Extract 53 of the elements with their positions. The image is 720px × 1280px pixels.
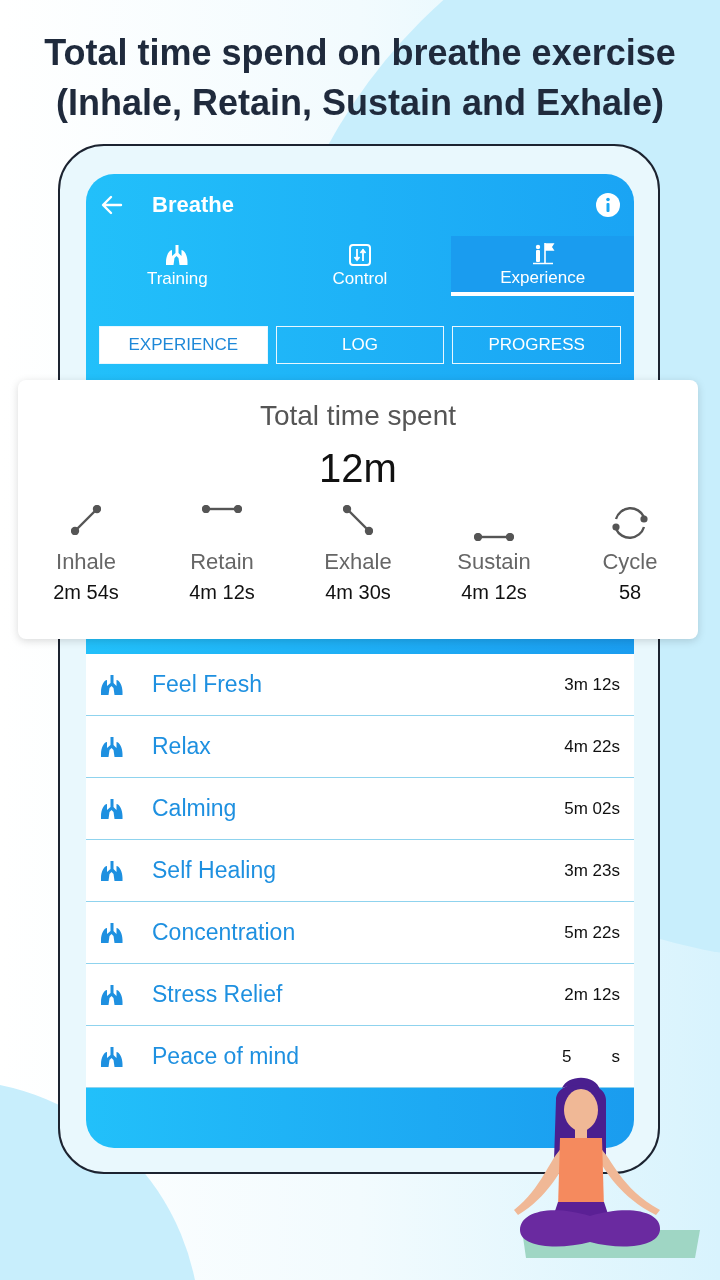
stat-label: Sustain bbox=[457, 549, 531, 575]
exercise-row[interactable]: Feel Fresh 3m 12s bbox=[86, 654, 634, 716]
exercise-name: Peace of mind bbox=[152, 1043, 301, 1070]
back-arrow-icon[interactable] bbox=[100, 193, 124, 217]
line-segment-icon bbox=[474, 533, 514, 541]
exercise-time: 3m 23s bbox=[564, 860, 620, 881]
exercise-row[interactable]: Relax 4m 22s bbox=[86, 716, 634, 778]
exercise-row[interactable]: Concentration 5m 22s bbox=[86, 902, 634, 964]
stat-label: Cycle bbox=[602, 549, 658, 575]
lungs-icon bbox=[100, 983, 124, 1006]
stat-value: 58 bbox=[618, 581, 642, 604]
lungs-icon bbox=[100, 859, 124, 882]
line-segment-icon bbox=[71, 505, 101, 535]
lungs-icon bbox=[165, 243, 190, 266]
headline: Total time spend on breathe exercise (Inhale, Retain, Sustain and Exhale) bbox=[43, 31, 677, 125]
cycle-icon bbox=[612, 505, 648, 541]
sliders-icon bbox=[349, 243, 371, 266]
exercise-name: Relax bbox=[152, 733, 212, 760]
exercise-time: 5m 02s bbox=[564, 798, 620, 819]
lungs-icon bbox=[100, 1045, 124, 1068]
total-time: 12m bbox=[319, 446, 397, 491]
lungs-icon bbox=[100, 735, 124, 758]
stat-value: 4m 30s bbox=[325, 581, 391, 604]
exercise-time: 5 bbox=[562, 1046, 572, 1067]
exercise-row[interactable]: Self Healing 3m 23s bbox=[86, 840, 634, 902]
lungs-icon bbox=[100, 921, 124, 944]
exercise-row[interactable]: Stress Relief 2m 12s bbox=[86, 964, 634, 1026]
stat-label: Retain bbox=[190, 549, 254, 575]
lungs-icon bbox=[100, 797, 124, 820]
exercise-time: 4m 22s bbox=[564, 736, 620, 757]
summary-title: Total time spent bbox=[259, 400, 457, 432]
lungs-icon bbox=[100, 673, 124, 696]
exercise-name: Stress Relief bbox=[152, 981, 284, 1008]
exercise-name: Self Healing bbox=[152, 857, 278, 884]
stat-value: 4m 12s bbox=[189, 581, 255, 604]
info-icon[interactable] bbox=[596, 193, 620, 217]
stat-value: 2m 54s bbox=[53, 581, 119, 604]
line-segment-icon bbox=[202, 505, 242, 513]
stat-value: 4m 12s bbox=[461, 581, 527, 604]
stat-label: Inhale bbox=[56, 549, 116, 575]
exercise-name: Feel Fresh bbox=[152, 671, 263, 698]
exercise-name: Concentration bbox=[152, 919, 297, 946]
app-title: Breathe bbox=[152, 192, 235, 218]
exercise-time: 3m 12s bbox=[564, 674, 620, 695]
exercise-time: 5m 22s bbox=[564, 922, 620, 943]
segment-tab[interactable]: EXPERIENCE bbox=[99, 326, 268, 364]
line-segment-icon bbox=[343, 505, 373, 535]
exercise-time: 2m 12s bbox=[564, 984, 620, 1005]
stat-label: Exhale bbox=[324, 549, 392, 575]
exercise-time: s bbox=[611, 1046, 620, 1067]
exercise-name: Calming bbox=[152, 795, 238, 822]
person-flag-icon bbox=[530, 240, 555, 265]
exercise-row[interactable]: Calming 5m 02s bbox=[86, 778, 634, 840]
